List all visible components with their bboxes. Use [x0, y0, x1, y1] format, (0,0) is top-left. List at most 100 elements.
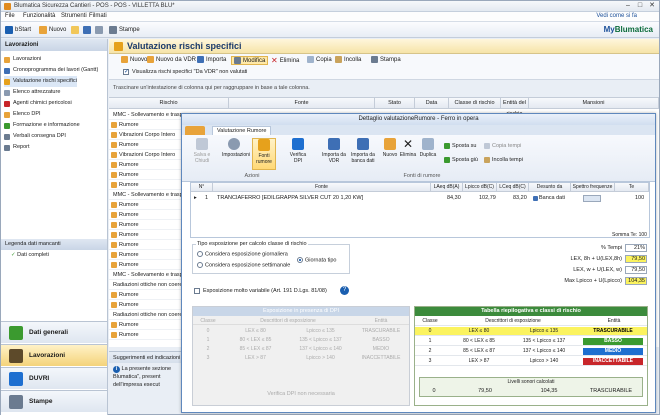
- duplica-button[interactable]: Duplica: [416, 138, 440, 158]
- sidebar-item-lavorazioni[interactable]: Lavorazioni: [4, 54, 41, 65]
- cell-te[interactable]: 100: [635, 194, 644, 203]
- dcol-fonte[interactable]: Fonte: [213, 183, 431, 192]
- spectrum-button[interactable]: [583, 195, 601, 202]
- radio-giornata-tipo[interactable]: Giornata tipo: [297, 257, 337, 263]
- tab-valutazione-rumore[interactable]: Valutazione Rumore: [212, 126, 272, 135]
- sidebar-item-gantt[interactable]: Cronoprogramma dei lavori (Gantt): [4, 65, 98, 76]
- impostazioni-button[interactable]: Impostazioni: [222, 138, 250, 158]
- stampa-button[interactable]: Stampa: [371, 56, 401, 63]
- col-classe[interactable]: Classe di rischio: [449, 98, 501, 109]
- incolla-tempi-button[interactable]: Incolla tempi: [484, 157, 523, 163]
- save-icon[interactable]: [83, 25, 91, 35]
- table-row[interactable]: Rumore: [109, 330, 181, 340]
- dcol-desunto[interactable]: Desunto da: [529, 183, 571, 192]
- sposta-su-button[interactable]: Sposta su: [444, 143, 476, 149]
- fonti-rumore-button[interactable]: Fonti rumore: [252, 138, 276, 170]
- table-row[interactable]: Rumore: [109, 160, 181, 170]
- elimina-button[interactable]: ✕ Elimina: [271, 56, 299, 65]
- verifica-dpi-button[interactable]: Verifica DPI: [286, 138, 310, 164]
- table-row[interactable]: Rumore: [109, 180, 181, 190]
- importa-button[interactable]: Importa: [197, 56, 226, 63]
- table-row[interactable]: Radiazioni ottiche non coerenti: [109, 280, 181, 290]
- table-row[interactable]: Vibrazioni Corpo Intero: [109, 130, 181, 140]
- sidebar-item-attrezzature[interactable]: Elenco attrezzature: [4, 87, 60, 98]
- app-menu-tab[interactable]: [185, 126, 205, 135]
- dcol-laeq[interactable]: LAeq dB(A): [431, 183, 463, 192]
- nav-dati-generali[interactable]: Dati generali: [1, 321, 107, 343]
- col-mansioni[interactable]: Mansioni: [529, 98, 659, 109]
- table-row[interactable]: MMC - Sollevamento e trasp: [109, 270, 181, 280]
- table-row[interactable]: Rumore: [109, 200, 181, 210]
- dcol-lceq[interactable]: LCeq dB(C): [497, 183, 529, 192]
- table-row[interactable]: Radiazioni ottiche non coerenti: [109, 310, 181, 320]
- table-row[interactable]: Rumore: [109, 300, 181, 310]
- sidebar-item-dpi[interactable]: Elenco DPI: [4, 109, 41, 120]
- table-row[interactable]: MMC - Sollevamento e traspo: [109, 110, 181, 120]
- table-row[interactable]: Rumore: [109, 240, 181, 250]
- new-button[interactable]: Nuovo: [39, 25, 66, 35]
- table-row[interactable]: Rumore: [109, 290, 181, 300]
- col-stato[interactable]: Stato: [375, 98, 415, 109]
- sidebar-item-agenti[interactable]: Agenti chimici pericolosi: [4, 98, 72, 109]
- open-icon[interactable]: [71, 25, 79, 35]
- nav-stampe[interactable]: Stampe: [1, 390, 107, 412]
- table-row[interactable]: MMC - Sollevamento e traspo: [109, 190, 181, 200]
- radio-settimanale[interactable]: Considera esposizione settimanale: [197, 262, 290, 268]
- close-icon[interactable]: ✕: [647, 2, 657, 10]
- table-row[interactable]: Rumore: [109, 120, 181, 130]
- dcol-lpicco[interactable]: Lpicco dB(C): [463, 183, 497, 192]
- radio-giornaliera[interactable]: Considera esposizione giornaliera: [197, 251, 288, 257]
- sidebar-item-valutazione[interactable]: Valutazione rischi specifici: [4, 76, 77, 87]
- cell-fonte[interactable]: TRANCIAFERRO [EDILGRAPPA SILVER CUT 20 1…: [217, 194, 363, 203]
- help-icon[interactable]: ?: [340, 286, 349, 295]
- cell-laeq[interactable]: 84,30: [447, 194, 461, 203]
- col-data[interactable]: Data: [415, 98, 449, 109]
- dcol-te[interactable]: Te: [615, 183, 649, 192]
- importa-banca-dati-button[interactable]: Importa da banca dati: [348, 138, 378, 164]
- menu-strumenti[interactable]: Strumenti: [61, 13, 87, 19]
- col-entita[interactable]: Entità del rischio: [501, 98, 529, 117]
- cell-n[interactable]: 1: [205, 194, 208, 203]
- sidebar-item-verbali[interactable]: Verbali consegna DPI: [4, 131, 66, 142]
- sposta-giu-button[interactable]: Sposta giù: [444, 157, 478, 163]
- nuovo-button[interactable]: Nuovo: [121, 56, 147, 63]
- modifica-button[interactable]: Modifica: [231, 56, 269, 65]
- table-row[interactable]: Rumore: [109, 260, 181, 270]
- dcol-n[interactable]: N°: [191, 183, 213, 192]
- col-fonte[interactable]: Fonte: [229, 98, 375, 109]
- table-row[interactable]: Rumore: [109, 320, 181, 330]
- copia-button[interactable]: Copia: [307, 56, 332, 63]
- show-vdr-checkbox[interactable]: Visualizza rischi specifici "Da VDR" non…: [123, 68, 247, 75]
- copia-tempi-button[interactable]: Copia tempi: [484, 143, 521, 149]
- menu-file[interactable]: File: [5, 13, 15, 19]
- table-row[interactable]: Rumore: [109, 170, 181, 180]
- table-row[interactable]: Rumore: [109, 230, 181, 240]
- bstart-button[interactable]: bStart: [5, 25, 31, 35]
- undo-icon[interactable]: [95, 25, 103, 35]
- dcol-spettro[interactable]: Spettro frequenze: [571, 183, 615, 192]
- nuovo-da-vdr-button[interactable]: Nuovo da VDR: [147, 56, 196, 63]
- minimize-icon[interactable]: –: [623, 2, 633, 10]
- nav-lavorazioni[interactable]: Lavorazioni: [1, 344, 107, 366]
- importa-vdr-button[interactable]: Importa da VDR: [322, 138, 346, 164]
- table-row[interactable]: Rumore: [109, 210, 181, 220]
- menu-filmati[interactable]: Filmati: [89, 13, 107, 19]
- sidebar-item-formazione[interactable]: Formazione e informazione: [4, 120, 80, 131]
- sidebar-item-report[interactable]: Report: [4, 142, 30, 153]
- table-row[interactable]: Rumore: [109, 220, 181, 230]
- table-row[interactable]: Rumore: [109, 250, 181, 260]
- cell-lceq[interactable]: 83,20: [513, 194, 527, 203]
- nav-duvri[interactable]: DUVRI: [1, 367, 107, 389]
- incolla-button[interactable]: Incolla: [335, 56, 361, 63]
- menu-funzionalita[interactable]: Funzionalità: [23, 13, 55, 19]
- maximize-icon[interactable]: □: [635, 2, 645, 10]
- table-row[interactable]: Rumore: [109, 140, 181, 150]
- col-rischio[interactable]: Rischio: [109, 98, 229, 109]
- help-link[interactable]: Vedi come si fa: [596, 13, 637, 19]
- cell-desunto[interactable]: Banca dati: [533, 194, 565, 203]
- cell-lpicco[interactable]: 102,79: [479, 194, 496, 203]
- variabile-checkbox[interactable]: Esposizione molto variabile (Art. 191 D.…: [194, 288, 327, 294]
- table-row[interactable]: Vibrazioni Corpo Intero: [109, 150, 181, 160]
- salva-chiudi-button[interactable]: Salva e Chiudi: [190, 138, 214, 164]
- stampe-button[interactable]: Stampe: [109, 25, 140, 35]
